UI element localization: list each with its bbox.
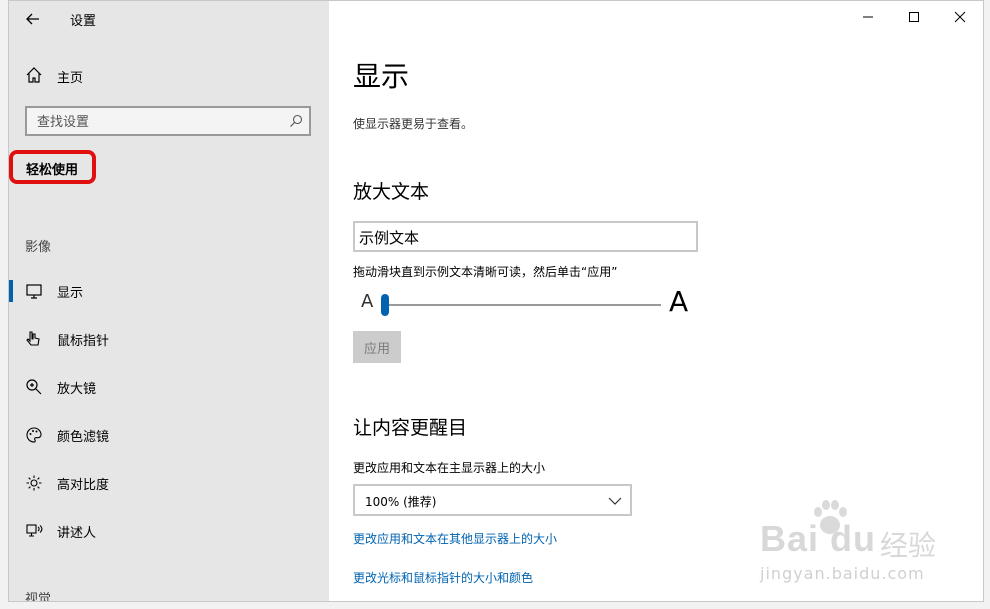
sidebar-item-label: 主页 (57, 71, 84, 86)
search-icon[interactable] (289, 114, 303, 128)
maximize-icon (909, 12, 919, 22)
sample-text-box: 示例文本 (353, 221, 698, 252)
link-other-displays[interactable]: 更改应用和文本在其他显示器上的大小 (353, 530, 557, 547)
group-label-vision: 影像 (25, 240, 52, 255)
sidebar-item-label: 颜色滤镜 (57, 430, 110, 445)
close-button[interactable] (937, 1, 983, 33)
sidebar-item-home[interactable]: 主页 (9, 59, 329, 91)
back-button[interactable] (21, 7, 45, 31)
narrator-icon (26, 524, 43, 537)
minimize-icon (863, 16, 873, 18)
section-title-enlarge-text: 放大文本 (353, 181, 430, 203)
app-title: 设置 (70, 14, 97, 29)
sidebar-item-label: 鼠标指针 (57, 334, 110, 349)
back-arrow-icon (26, 13, 39, 25)
chevron-down-icon (608, 497, 622, 505)
scale-dropdown[interactable]: 100% (推荐) (353, 484, 632, 516)
sidebar-item-display[interactable]: 显示 (9, 271, 329, 311)
search-input[interactable] (35, 112, 279, 132)
group-label-next: 视觉 (25, 592, 52, 602)
sidebar-item-magnifier[interactable]: 放大镜 (9, 367, 329, 407)
section-title-make-bigger: 让内容更醒目 (353, 417, 468, 439)
home-icon (26, 67, 42, 83)
minimize-button[interactable] (845, 1, 891, 33)
sidebar-item-label: 讲述人 (57, 526, 97, 541)
baidu-watermark: Bai du 经验 jingyan.baidu.com (754, 500, 944, 596)
slider-max-label: A (669, 285, 689, 318)
watermark-logo-text: Bai du (760, 518, 877, 559)
slider-instruction: 拖动滑块直到示例文本清晰可读，然后单击“应用” (353, 265, 618, 279)
sidebar-item-color-filters[interactable]: 颜色滤镜 (9, 415, 329, 455)
sidebar-item-label: 高对比度 (57, 478, 110, 493)
sidebar-item-label: 放大镜 (57, 382, 97, 397)
sidebar-item-mouse-pointer[interactable]: 鼠标指针 (9, 319, 329, 359)
watermark-brand-text: 经验 (880, 529, 937, 562)
scale-dropdown-value: 100% (推荐) (365, 495, 437, 509)
page-title: 显示 (353, 60, 410, 93)
text-size-slider-thumb[interactable] (381, 294, 389, 316)
sidebar-item-narrator[interactable]: 讲述人 (9, 511, 329, 551)
search-box (25, 106, 311, 136)
highlight-annotation (9, 150, 96, 184)
sun-icon (26, 475, 42, 491)
sidebar-item-high-contrast[interactable]: 高对比度 (9, 463, 329, 503)
link-cursor-size[interactable]: 更改光标和鼠标指针的大小和颜色 (353, 569, 533, 586)
mouse-pointer-icon (26, 331, 40, 346)
slider-min-label: A (361, 291, 374, 312)
page-description: 使显示器更易于查看。 (353, 117, 474, 131)
magnifier-icon (26, 379, 42, 395)
watermark-url: jingyan.baidu.com (760, 564, 925, 583)
close-icon (954, 11, 966, 23)
text-size-slider-track[interactable] (381, 304, 661, 306)
monitor-icon (26, 284, 42, 299)
maximize-button[interactable] (891, 1, 937, 33)
apply-button[interactable]: 应用 (353, 331, 401, 363)
sidebar-item-label: 显示 (57, 286, 84, 301)
scale-label: 更改应用和文本在主显示器上的大小 (353, 461, 546, 475)
sidebar: 设置 主页 轻松使用 影像 显示 (9, 1, 329, 601)
palette-icon (26, 427, 42, 443)
